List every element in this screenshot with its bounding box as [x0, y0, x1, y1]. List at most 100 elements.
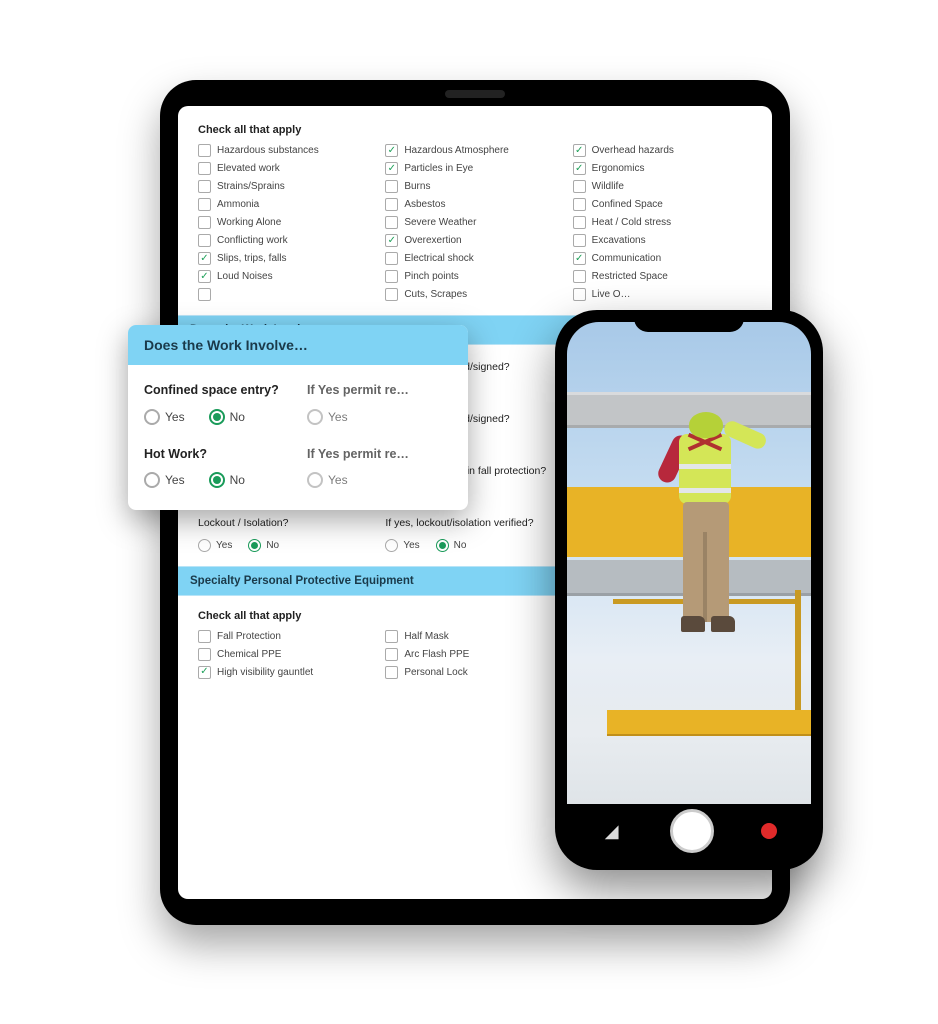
checkbox[interactable]: [198, 270, 211, 283]
checkbox[interactable]: [573, 270, 586, 283]
hazards-title: Check all that apply: [198, 124, 752, 136]
radio-button[interactable]: [248, 539, 261, 552]
checkbox[interactable]: [385, 288, 398, 301]
ppe-item[interactable]: Personal Lock: [385, 666, 564, 679]
ppe-item[interactable]: Arc Flash PPE: [385, 648, 564, 661]
checkbox[interactable]: [198, 666, 211, 679]
radio-option[interactable]: Yes: [307, 409, 348, 425]
hazard-label: Restricted Space: [592, 271, 668, 282]
hazard-item[interactable]: Pinch points: [385, 270, 564, 283]
checkbox[interactable]: [385, 252, 398, 265]
hazard-item[interactable]: Overexertion: [385, 234, 564, 247]
checkbox[interactable]: [385, 234, 398, 247]
hazard-item[interactable]: Slips, trips, falls: [198, 252, 377, 265]
hazard-item[interactable]: Hazardous substances: [198, 144, 377, 157]
radio-option[interactable]: Yes: [198, 539, 232, 552]
hazard-item[interactable]: Ergonomics: [573, 162, 752, 175]
gallery-icon[interactable]: ◢: [601, 820, 623, 842]
checkbox[interactable]: [573, 288, 586, 301]
checkbox[interactable]: [198, 144, 211, 157]
radio-option[interactable]: Yes: [385, 539, 419, 552]
radio-button[interactable]: [436, 539, 449, 552]
checkbox[interactable]: [385, 270, 398, 283]
hazard-label: Overhead hazards: [592, 145, 674, 156]
ppe-item[interactable]: Fall Protection: [198, 630, 377, 643]
radio-option[interactable]: Yes: [144, 409, 185, 425]
record-button[interactable]: [761, 823, 777, 839]
involve-question: Lockout / Isolation?YesNo: [198, 517, 377, 551]
hazard-item[interactable]: Excavations: [573, 234, 752, 247]
camera-viewfinder[interactable]: [567, 322, 811, 804]
checkbox[interactable]: [573, 252, 586, 265]
checkbox[interactable]: [385, 144, 398, 157]
checkbox[interactable]: [198, 288, 211, 301]
radio-button[interactable]: [307, 409, 323, 425]
hazard-item[interactable]: Overhead hazards: [573, 144, 752, 157]
radio-option[interactable]: No: [209, 409, 245, 425]
hazard-label: Asbestos: [404, 199, 445, 210]
radio-button[interactable]: [144, 472, 160, 488]
radio-button[interactable]: [385, 539, 398, 552]
ppe-item[interactable]: High visibility gauntlet: [198, 666, 377, 679]
hazard-item[interactable]: Elevated work: [198, 162, 377, 175]
hazard-item[interactable]: Electrical shock: [385, 252, 564, 265]
radio-group: Yes No: [144, 409, 289, 425]
hazard-item[interactable]: [198, 288, 377, 301]
radio-button[interactable]: [209, 409, 225, 425]
checkbox[interactable]: [198, 162, 211, 175]
hazard-item[interactable]: Live O…: [573, 288, 752, 301]
hazard-label: Excavations: [592, 235, 646, 246]
checkbox[interactable]: [573, 198, 586, 211]
hazard-item[interactable]: Burns: [385, 180, 564, 193]
checkbox[interactable]: [385, 198, 398, 211]
radio-option[interactable]: Yes: [307, 472, 348, 488]
checkbox[interactable]: [385, 180, 398, 193]
radio-option[interactable]: No: [209, 472, 245, 488]
hazard-item[interactable]: Strains/Sprains: [198, 180, 377, 193]
radio-label: Yes: [165, 473, 185, 487]
hazard-item[interactable]: Working Alone: [198, 216, 377, 229]
checkbox[interactable]: [198, 198, 211, 211]
checkbox[interactable]: [198, 180, 211, 193]
checkbox[interactable]: [573, 162, 586, 175]
ppe-item[interactable]: Chemical PPE: [198, 648, 377, 661]
hazard-item[interactable]: Severe Weather: [385, 216, 564, 229]
checkbox[interactable]: [198, 630, 211, 643]
ppe-item[interactable]: Half Mask: [385, 630, 564, 643]
hazard-item[interactable]: Particles in Eye: [385, 162, 564, 175]
hazard-label: Pinch points: [404, 271, 458, 282]
radio-option[interactable]: No: [248, 539, 279, 552]
hazard-item[interactable]: Communication: [573, 252, 752, 265]
radio-option[interactable]: Yes: [144, 472, 185, 488]
checkbox[interactable]: [198, 252, 211, 265]
radio-button[interactable]: [198, 539, 211, 552]
checkbox[interactable]: [573, 144, 586, 157]
hazard-item[interactable]: Wildlife: [573, 180, 752, 193]
checkbox[interactable]: [385, 216, 398, 229]
shutter-button[interactable]: [670, 809, 714, 853]
radio-option[interactable]: No: [436, 539, 467, 552]
hazard-item[interactable]: Cuts, Scrapes: [385, 288, 564, 301]
checkbox[interactable]: [385, 666, 398, 679]
radio-button[interactable]: [307, 472, 323, 488]
checkbox[interactable]: [573, 234, 586, 247]
hazard-item[interactable]: Conflicting work: [198, 234, 377, 247]
radio-button[interactable]: [209, 472, 225, 488]
popup-question: If Yes permit re…Yes: [307, 383, 452, 425]
hazard-item[interactable]: Ammonia: [198, 198, 377, 211]
hazard-item[interactable]: Confined Space: [573, 198, 752, 211]
checkbox[interactable]: [573, 180, 586, 193]
hazard-item[interactable]: Loud Noises: [198, 270, 377, 283]
checkbox[interactable]: [385, 648, 398, 661]
checkbox[interactable]: [198, 648, 211, 661]
checkbox[interactable]: [198, 216, 211, 229]
hazard-item[interactable]: Restricted Space: [573, 270, 752, 283]
checkbox[interactable]: [385, 162, 398, 175]
radio-button[interactable]: [144, 409, 160, 425]
checkbox[interactable]: [385, 630, 398, 643]
hazard-item[interactable]: Heat / Cold stress: [573, 216, 752, 229]
hazard-item[interactable]: Asbestos: [385, 198, 564, 211]
hazard-item[interactable]: Hazardous Atmosphere: [385, 144, 564, 157]
checkbox[interactable]: [573, 216, 586, 229]
checkbox[interactable]: [198, 234, 211, 247]
